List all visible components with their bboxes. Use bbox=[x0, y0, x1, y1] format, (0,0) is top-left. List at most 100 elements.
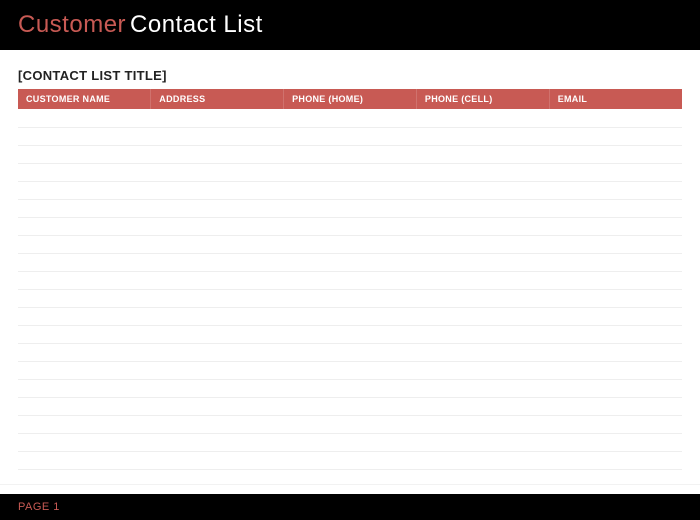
table-row bbox=[18, 415, 682, 433]
content-area: [CONTACT LIST TITLE] CUSTOMER NAME ADDRE… bbox=[0, 50, 700, 470]
page-number: PAGE 1 bbox=[18, 501, 60, 513]
table-row bbox=[18, 163, 682, 181]
cell-name bbox=[18, 109, 151, 127]
cell-address bbox=[151, 325, 284, 343]
cell-address bbox=[151, 181, 284, 199]
col-customer-name: CUSTOMER NAME bbox=[18, 89, 151, 109]
cell-email bbox=[549, 433, 682, 451]
cell-phone_cell bbox=[416, 343, 549, 361]
cell-email bbox=[549, 307, 682, 325]
cell-phone_cell bbox=[416, 199, 549, 217]
cell-email bbox=[549, 289, 682, 307]
cell-name bbox=[18, 343, 151, 361]
cell-phone_home bbox=[284, 343, 417, 361]
cell-phone_home bbox=[284, 289, 417, 307]
cell-name bbox=[18, 181, 151, 199]
list-title: [CONTACT LIST TITLE] bbox=[18, 68, 682, 83]
cell-address bbox=[151, 433, 284, 451]
cell-phone_home bbox=[284, 271, 417, 289]
cell-address bbox=[151, 379, 284, 397]
cell-email bbox=[549, 217, 682, 235]
cell-address bbox=[151, 361, 284, 379]
col-email: EMAIL bbox=[549, 89, 682, 109]
cell-email bbox=[549, 361, 682, 379]
table-row bbox=[18, 109, 682, 127]
cell-phone_cell bbox=[416, 307, 549, 325]
title-accent: Customer bbox=[18, 11, 126, 38]
cell-address bbox=[151, 127, 284, 145]
cell-phone_home bbox=[284, 451, 417, 469]
contact-table: CUSTOMER NAME ADDRESS PHONE (HOME) PHONE… bbox=[18, 89, 682, 470]
cell-phone_cell bbox=[416, 253, 549, 271]
cell-phone_cell bbox=[416, 451, 549, 469]
cell-phone_cell bbox=[416, 271, 549, 289]
cell-phone_home bbox=[284, 325, 417, 343]
cell-phone_cell bbox=[416, 289, 549, 307]
table-row bbox=[18, 253, 682, 271]
table-row bbox=[18, 343, 682, 361]
cell-phone_home bbox=[284, 307, 417, 325]
cell-email bbox=[549, 127, 682, 145]
cell-phone_cell bbox=[416, 163, 549, 181]
table-row bbox=[18, 199, 682, 217]
cell-address bbox=[151, 271, 284, 289]
table-row bbox=[18, 397, 682, 415]
cell-address bbox=[151, 415, 284, 433]
table-row bbox=[18, 379, 682, 397]
cell-email bbox=[549, 271, 682, 289]
footer-bar: PAGE 1 bbox=[0, 494, 700, 520]
cell-email bbox=[549, 379, 682, 397]
col-phone-home: PHONE (HOME) bbox=[284, 89, 417, 109]
cell-phone_cell bbox=[416, 397, 549, 415]
cell-address bbox=[151, 199, 284, 217]
cell-phone_home bbox=[284, 145, 417, 163]
cell-name bbox=[18, 217, 151, 235]
cell-name bbox=[18, 163, 151, 181]
table-row bbox=[18, 307, 682, 325]
cell-name bbox=[18, 199, 151, 217]
cell-email bbox=[549, 253, 682, 271]
cell-email bbox=[549, 181, 682, 199]
cell-phone_home bbox=[284, 253, 417, 271]
cell-phone_home bbox=[284, 109, 417, 127]
cell-address bbox=[151, 343, 284, 361]
cell-phone_cell bbox=[416, 379, 549, 397]
cell-phone_cell bbox=[416, 217, 549, 235]
cell-address bbox=[151, 217, 284, 235]
cell-name bbox=[18, 397, 151, 415]
cell-name bbox=[18, 361, 151, 379]
cell-phone_home bbox=[284, 379, 417, 397]
cell-address bbox=[151, 109, 284, 127]
cell-email bbox=[549, 415, 682, 433]
table-row bbox=[18, 325, 682, 343]
cell-name bbox=[18, 271, 151, 289]
cell-email bbox=[549, 145, 682, 163]
table-body bbox=[18, 109, 682, 469]
cell-phone_home bbox=[284, 181, 417, 199]
cell-email bbox=[549, 397, 682, 415]
cell-address bbox=[151, 235, 284, 253]
cell-phone_home bbox=[284, 415, 417, 433]
cell-email bbox=[549, 235, 682, 253]
table-row bbox=[18, 181, 682, 199]
cell-phone_cell bbox=[416, 433, 549, 451]
table-row bbox=[18, 451, 682, 469]
cell-phone_home bbox=[284, 127, 417, 145]
table-row bbox=[18, 433, 682, 451]
cell-phone_cell bbox=[416, 325, 549, 343]
cell-address bbox=[151, 163, 284, 181]
table-header-row: CUSTOMER NAME ADDRESS PHONE (HOME) PHONE… bbox=[18, 89, 682, 109]
cell-name bbox=[18, 325, 151, 343]
title-rest: Contact List bbox=[130, 11, 263, 38]
cell-phone_home bbox=[284, 235, 417, 253]
cell-phone_home bbox=[284, 163, 417, 181]
cell-phone_home bbox=[284, 199, 417, 217]
cell-email bbox=[549, 451, 682, 469]
page-title: CustomerContact List bbox=[18, 11, 263, 39]
cell-name bbox=[18, 451, 151, 469]
cell-phone_cell bbox=[416, 127, 549, 145]
table-row bbox=[18, 145, 682, 163]
cell-email bbox=[549, 343, 682, 361]
cell-phone_cell bbox=[416, 415, 549, 433]
table-row bbox=[18, 235, 682, 253]
